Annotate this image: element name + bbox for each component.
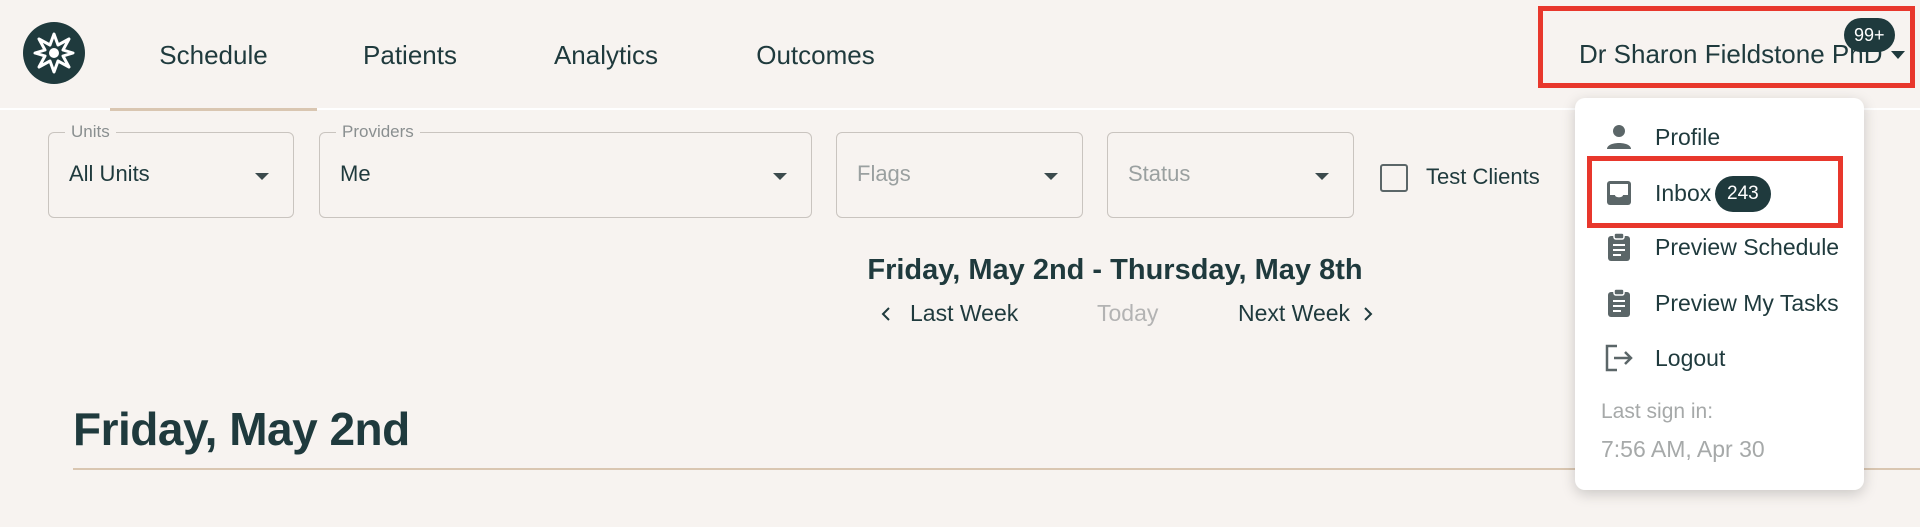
menu-item-preview-tasks[interactable]: Preview My Tasks (1575, 278, 1864, 328)
caret-down-icon (773, 173, 787, 180)
status-placeholder: Status (1128, 161, 1191, 186)
next-week-label: Next Week (1238, 300, 1351, 326)
tab-patients[interactable]: Patients (350, 0, 470, 110)
last-week-label: Last Week (910, 300, 1019, 326)
last-sign-in-label: Last sign in: (1601, 400, 1714, 423)
caret-down-icon (255, 173, 269, 180)
today-button[interactable]: Today (1097, 300, 1158, 327)
menu-item-preview-tasks-label: Preview My Tasks (1655, 289, 1839, 316)
caret-down-icon (1315, 173, 1329, 180)
status-select[interactable]: Status (1107, 132, 1354, 218)
caret-down-icon (1044, 173, 1058, 180)
units-value: All Units (69, 161, 150, 186)
tab-outcomes[interactable]: Outcomes (748, 0, 883, 110)
menu-item-profile-label: Profile (1655, 123, 1721, 150)
tab-patients-label: Patients (363, 39, 457, 70)
top-nav-bar: Schedule Patients Analytics Outcomes Dr … (0, 0, 1920, 111)
units-label: Units (65, 122, 116, 142)
chevron-left-icon (881, 306, 890, 321)
test-clients-label[interactable]: Test Clients (1426, 164, 1540, 190)
clipboard-icon (1603, 231, 1635, 263)
last-sign-in-value: 7:56 AM, Apr 30 (1601, 436, 1765, 462)
chevron-right-icon (1364, 306, 1373, 321)
menu-item-preview-schedule[interactable]: Preview Schedule (1575, 222, 1864, 272)
menu-item-logout-label: Logout (1655, 344, 1726, 371)
person-icon (1603, 121, 1635, 153)
date-range-title: Friday, May 2nd - Thursday, May 8th (850, 254, 1380, 287)
providers-label: Providers (336, 122, 420, 142)
tab-analytics-label: Analytics (553, 39, 659, 70)
today-label: Today (1097, 300, 1159, 326)
starburst-logo-icon (33, 32, 75, 74)
tab-schedule[interactable]: Schedule (110, 0, 317, 111)
clipboard-icon (1603, 287, 1635, 319)
menu-item-logout[interactable]: Logout (1575, 333, 1864, 383)
providers-select[interactable]: Providers Me (319, 122, 812, 218)
last-week-button[interactable]: Last Week (880, 300, 1018, 327)
date-range-text: Friday, May 2nd - Thursday, May 8th (867, 254, 1363, 286)
flags-select[interactable]: Flags (836, 132, 1083, 218)
flags-placeholder: Flags (857, 161, 911, 186)
menu-item-profile[interactable]: Profile (1575, 112, 1864, 162)
units-select[interactable]: Units All Units (48, 122, 294, 218)
user-name: Dr Sharon Fieldstone PhD (1579, 39, 1883, 69)
menu-item-preview-schedule-label: Preview Schedule (1655, 233, 1840, 260)
tab-outcomes-label: Outcomes (756, 39, 875, 70)
day-heading: Friday, May 2nd (73, 403, 410, 455)
logout-icon (1603, 342, 1635, 374)
providers-value: Me (340, 161, 371, 186)
logo[interactable] (23, 22, 85, 84)
inbox-highlight-box (1587, 156, 1843, 228)
tab-analytics[interactable]: Analytics (545, 0, 667, 110)
tab-schedule-label: Schedule (159, 39, 268, 70)
next-week-button[interactable]: Next Week (1238, 300, 1374, 327)
caret-down-icon (1891, 51, 1905, 59)
test-clients-checkbox[interactable] (1380, 164, 1408, 192)
notification-badge[interactable]: 99+ (1844, 18, 1895, 52)
